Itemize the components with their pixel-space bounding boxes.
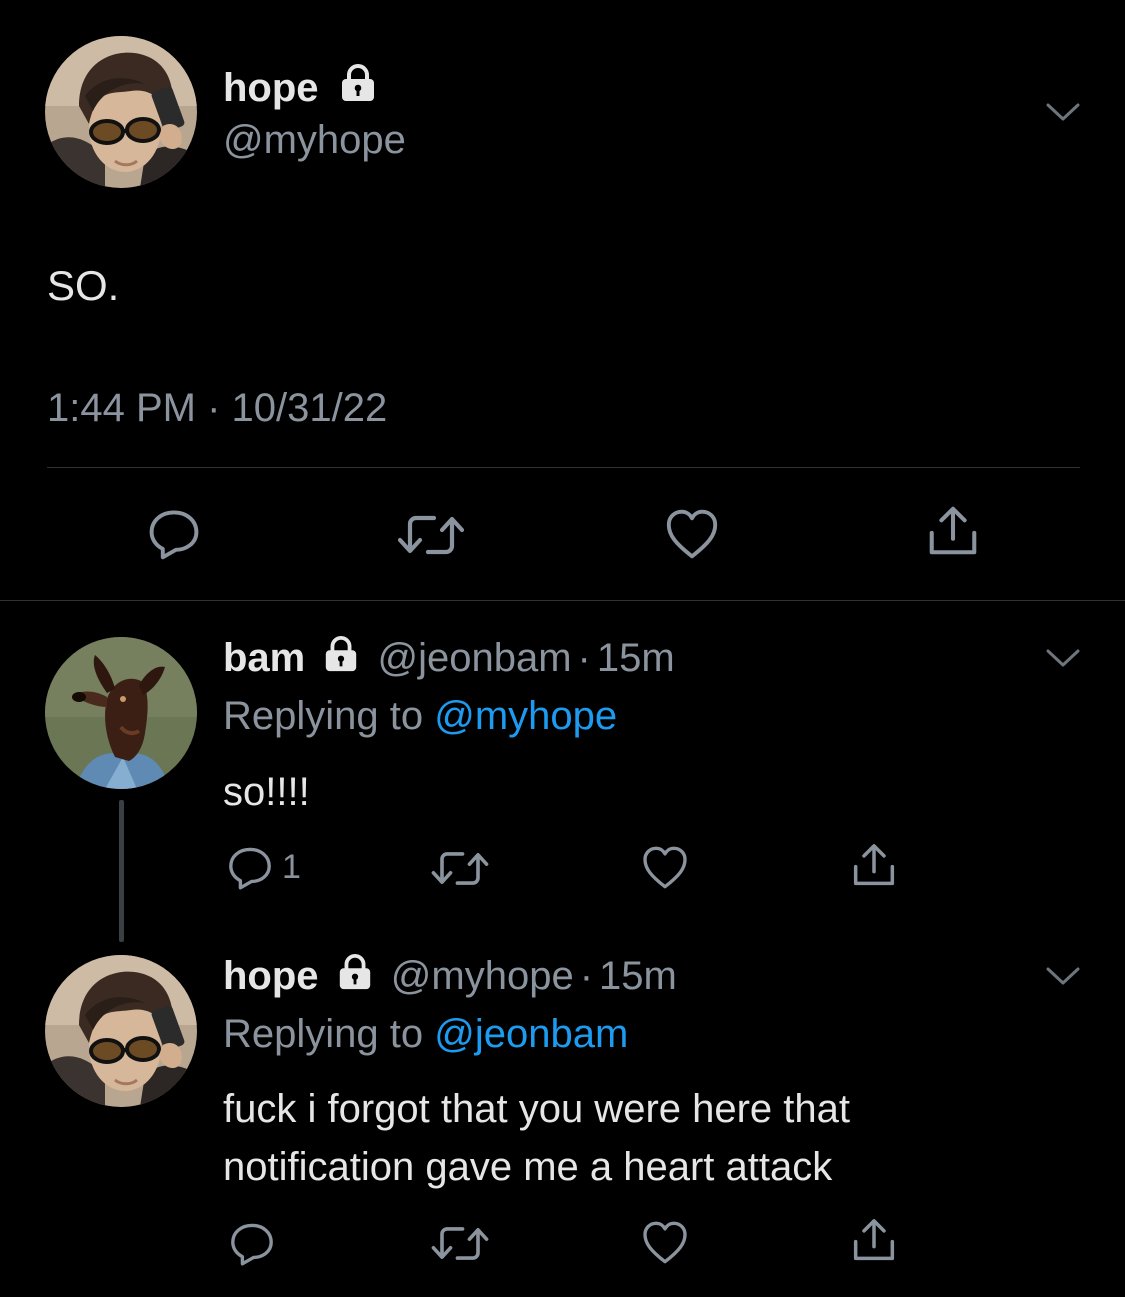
- separator-dot: ·: [577, 636, 591, 680]
- retweet-button[interactable]: [430, 1222, 490, 1265]
- lock-icon: [338, 63, 378, 103]
- avatar[interactable]: [45, 637, 197, 789]
- reply-text-line: fuck i forgot that you were here that: [223, 1087, 851, 1131]
- user-handle[interactable]: @myhope: [223, 114, 406, 166]
- replying-to-label: Replying to: [223, 694, 424, 738]
- reply-header: hope @myhope · 15m: [223, 950, 677, 1002]
- display-name[interactable]: hope: [223, 62, 378, 114]
- avatar[interactable]: [45, 955, 197, 1107]
- reply-icon: [226, 843, 274, 891]
- retweet-icon: [430, 1222, 490, 1265]
- retweet-icon: [396, 510, 466, 560]
- like-button[interactable]: [664, 508, 720, 560]
- divider: [47, 467, 1080, 468]
- reply-text: fuck i forgot that you were here that no…: [223, 1080, 850, 1196]
- display-name[interactable]: bam: [223, 636, 305, 680]
- reply-age: 15m: [596, 636, 675, 680]
- reply-button[interactable]: 1: [226, 843, 301, 891]
- reply-header: bam @jeonbam · 15m: [223, 632, 675, 684]
- tweet-text: SO.: [47, 262, 120, 309]
- share-button[interactable]: [849, 840, 899, 890]
- share-icon: [849, 1215, 899, 1265]
- mention-link[interactable]: @jeonbam: [434, 1012, 628, 1056]
- retweet-button[interactable]: [430, 847, 490, 890]
- separator-dot: ·: [207, 386, 221, 430]
- heart-icon: [641, 1220, 689, 1265]
- reply-icon: [228, 1219, 276, 1267]
- lock-icon: [322, 635, 360, 673]
- replying-to: Replying to @jeonbam: [223, 1008, 628, 1060]
- chevron-down-icon[interactable]: [1046, 648, 1080, 668]
- share-button[interactable]: [849, 1215, 899, 1265]
- heart-icon: [664, 508, 720, 560]
- replying-to-label: Replying to: [223, 1012, 424, 1056]
- share-icon: [924, 502, 982, 560]
- like-button[interactable]: [641, 845, 689, 890]
- chevron-down-icon[interactable]: [1046, 966, 1080, 986]
- replying-to: Replying to @myhope: [223, 690, 617, 742]
- reply-count: 1: [282, 848, 301, 886]
- reply-button[interactable]: [228, 1219, 276, 1267]
- heart-icon: [641, 845, 689, 890]
- like-button[interactable]: [641, 1220, 689, 1265]
- display-name-text[interactable]: hope: [223, 66, 319, 110]
- share-button[interactable]: [924, 502, 982, 560]
- section-divider: [0, 600, 1125, 601]
- user-handle[interactable]: @myhope: [391, 954, 574, 998]
- tweet-time: 1:44 PM: [47, 386, 196, 430]
- reply-text: so!!!!: [223, 770, 310, 814]
- tweet-timestamp: 1:44 PM · 10/31/22: [47, 382, 387, 434]
- reply-button[interactable]: [146, 505, 202, 561]
- reply-text-line: notification gave me a heart attack: [223, 1145, 833, 1189]
- mention-link[interactable]: @myhope: [434, 694, 617, 738]
- retweet-icon: [430, 847, 490, 890]
- user-handle[interactable]: @jeonbam: [378, 636, 572, 680]
- display-name[interactable]: hope: [223, 954, 319, 998]
- chevron-down-icon[interactable]: [1046, 102, 1080, 122]
- reply-age: 15m: [599, 954, 677, 998]
- tweet-date: 10/31/22: [231, 386, 388, 430]
- reply-icon: [146, 505, 202, 561]
- thread-connector-line: [119, 800, 124, 942]
- share-icon: [849, 840, 899, 890]
- separator-dot: ·: [579, 954, 594, 998]
- avatar[interactable]: [45, 36, 197, 188]
- retweet-button[interactable]: [396, 510, 466, 560]
- lock-icon: [336, 953, 374, 991]
